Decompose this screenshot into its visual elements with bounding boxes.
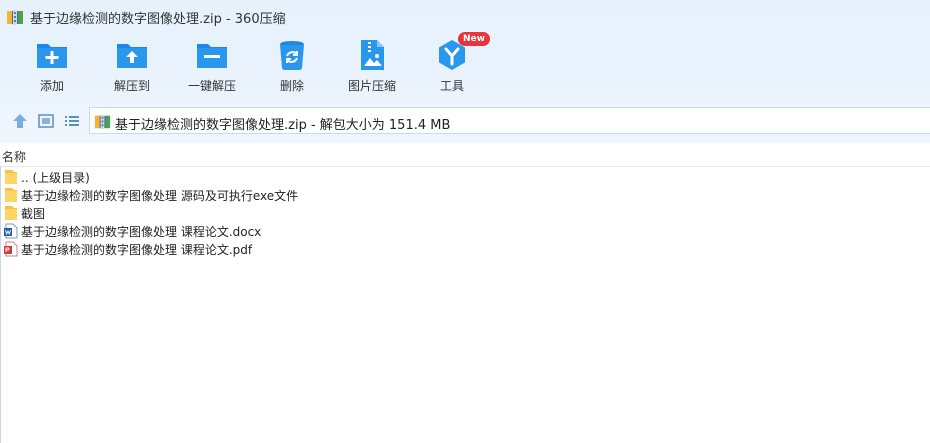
- file-name: 基于边缘检测的数字图像处理 源码及可执行exe文件: [21, 189, 299, 203]
- extract-folder-icon: [117, 44, 147, 68]
- list-item-parent-directory[interactable]: .. (上级目录): [0, 168, 930, 186]
- recycle-bin-icon: [280, 41, 304, 71]
- folder-icon: [5, 206, 17, 220]
- list-view-icon[interactable]: [63, 113, 81, 129]
- file-name: .. (上级目录): [21, 171, 90, 185]
- pdf-document-icon: [4, 241, 18, 257]
- file-name: 基于边缘检测的数字图像处理 课程论文.docx: [21, 225, 262, 239]
- up-arrow-icon[interactable]: [11, 113, 29, 129]
- file-name: 基于边缘检测的数字图像处理 课程论文.pdf: [21, 243, 253, 257]
- extract-to-label: 解压到: [113, 79, 150, 93]
- folder-icon: [5, 188, 17, 202]
- image-compress-icon: [361, 40, 384, 70]
- one-click-extract-icon: [197, 44, 227, 68]
- list-item[interactable]: 截图: [0, 204, 930, 222]
- one-click-extract-label: 一键解压: [187, 79, 236, 93]
- new-badge: New: [458, 32, 490, 46]
- zip-archive-icon: [7, 10, 23, 25]
- folder-icon: [5, 170, 17, 184]
- address-text: 基于边缘检测的数字图像处理.zip - 解包大小为 151.4 MB: [115, 118, 451, 133]
- app-window: 基于边缘检测的数字图像处理.zip - 360压缩 添加 解压到 一键解压 删除…: [0, 0, 930, 443]
- add-label: 添加: [39, 79, 64, 93]
- one-click-extract-button[interactable]: 一键解压: [172, 38, 252, 98]
- add-button[interactable]: 添加: [12, 38, 92, 98]
- navigation-bar: 基于边缘检测的数字图像处理.zip - 解包大小为 151.4 MB: [0, 106, 930, 136]
- file-list: .. (上级目录) 基于边缘检测的数字图像处理 源码及可执行exe文件 截图 基…: [0, 168, 930, 258]
- tools-icon-wrap: New: [435, 32, 490, 72]
- list-item[interactable]: 基于边缘检测的数字图像处理 课程论文.docx: [0, 222, 930, 240]
- image-compress-button[interactable]: 图片压缩: [332, 38, 412, 98]
- title-bar: 基于边缘检测的数字图像处理.zip - 360压缩: [0, 0, 930, 34]
- column-header-row: 名称: [0, 146, 930, 167]
- extract-to-button[interactable]: 解压到: [92, 38, 172, 98]
- tools-button[interactable]: New 工具: [412, 32, 492, 98]
- window-title: 基于边缘检测的数字图像处理.zip - 360压缩: [30, 12, 286, 27]
- file-name: 截图: [21, 207, 46, 221]
- zip-archive-icon: [94, 114, 111, 130]
- tools-label: 工具: [439, 79, 464, 93]
- thumbnail-view-icon[interactable]: [37, 113, 55, 129]
- list-item[interactable]: 基于边缘检测的数字图像处理 源码及可执行exe文件: [0, 186, 930, 204]
- toolbar: 添加 解压到 一键解压 删除 图片压缩 New 工具: [0, 32, 930, 98]
- address-bar[interactable]: 基于边缘检测的数字图像处理.zip - 解包大小为 151.4 MB: [89, 107, 930, 134]
- list-item[interactable]: 基于边缘检测的数字图像处理 课程论文.pdf: [0, 240, 930, 258]
- delete-label: 删除: [279, 79, 304, 93]
- word-document-icon: [4, 223, 18, 239]
- delete-button[interactable]: 删除: [252, 38, 332, 98]
- image-compress-label: 图片压缩: [347, 79, 396, 93]
- top-area: 基于边缘检测的数字图像处理.zip - 360压缩 添加 解压到 一键解压 删除…: [0, 0, 930, 143]
- column-header-name[interactable]: 名称: [2, 148, 26, 165]
- add-folder-icon: [37, 44, 67, 68]
